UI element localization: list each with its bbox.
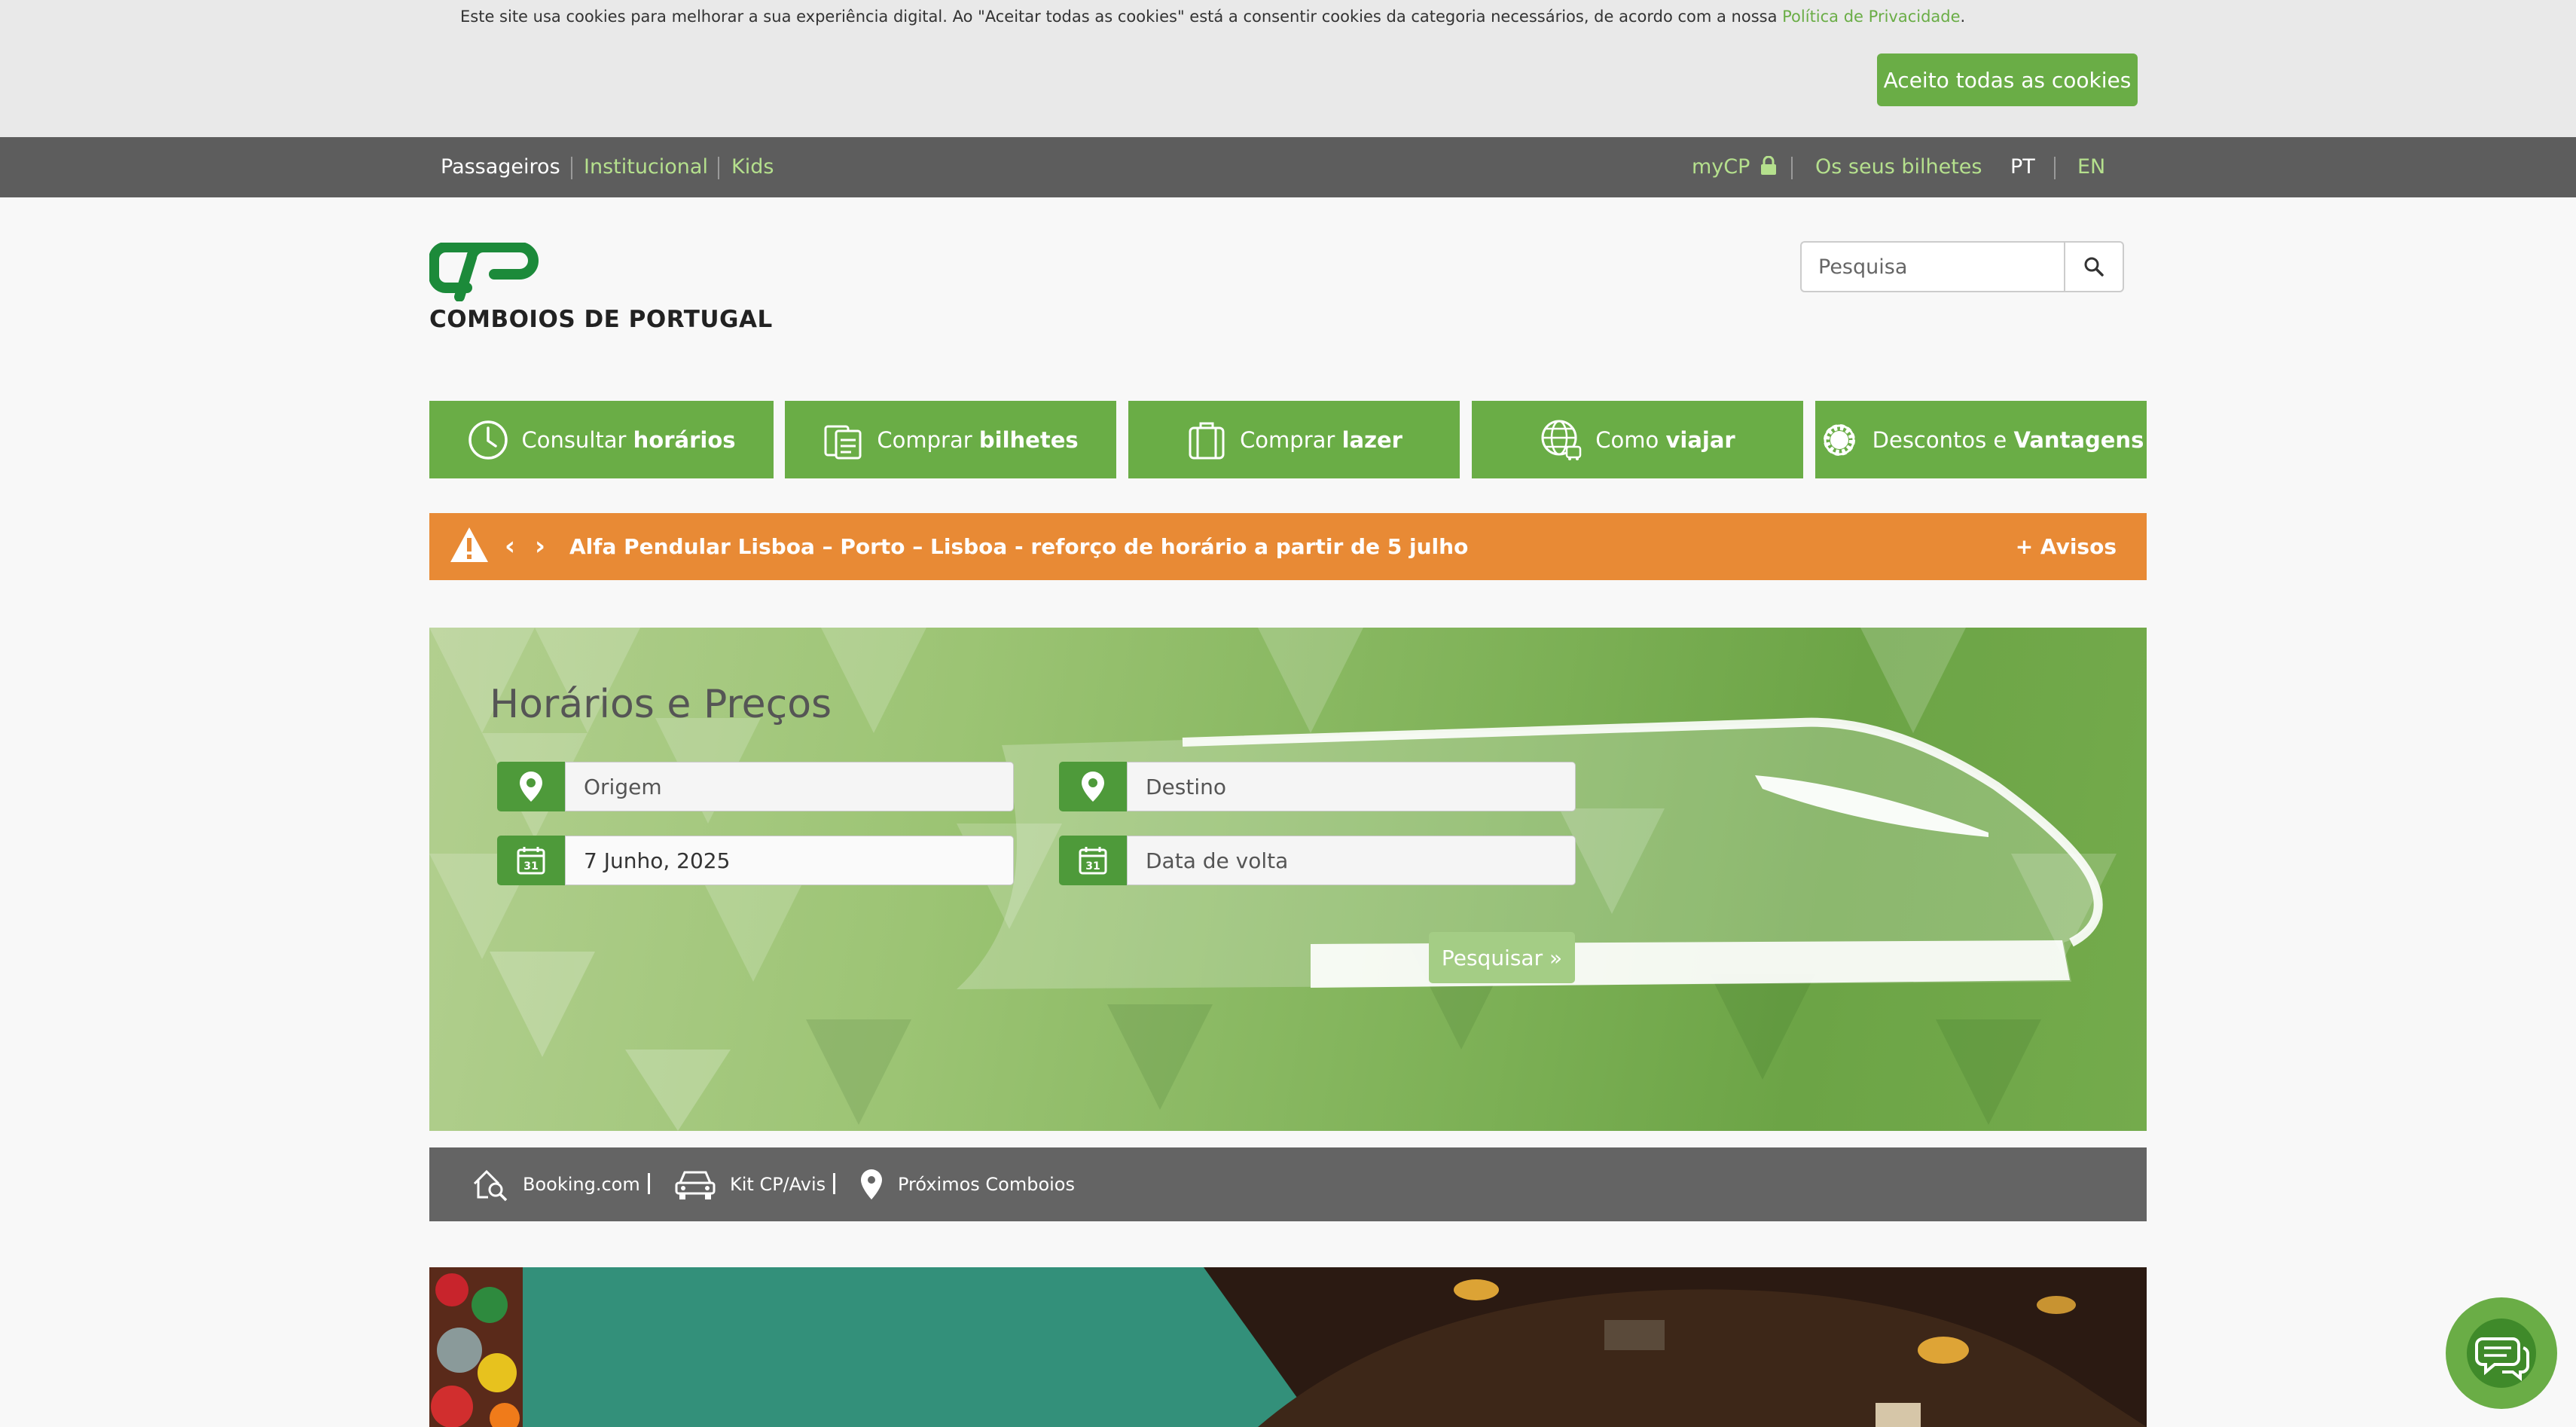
menu-label-prefix: Como: [1595, 426, 1659, 453]
quick-links-bar: Booking.com Kit CP/Avis Próximos Comboio…: [429, 1147, 2147, 1221]
map-pin-icon: [520, 772, 542, 802]
alert-banner: ‹ › Alfa Pendular Lisboa – Porto – Lisbo…: [429, 513, 2147, 580]
cookie-message-end: .: [1960, 8, 1966, 26]
house-search-icon: [473, 1169, 508, 1202]
menu-label-prefix: Descontos e: [1872, 426, 2007, 453]
privacy-policy-link[interactable]: Política de Privacidade: [1782, 8, 1960, 26]
nav-kids[interactable]: Kids: [731, 137, 774, 197]
search-icon: [2084, 257, 2104, 277]
menu-descontos-vantagens[interactable]: Descontos e Vantagens: [1815, 401, 2147, 478]
menu-label-prefix: Comprar: [1240, 426, 1335, 453]
cookie-message: Este site usa cookies para melhorar a su…: [460, 8, 1965, 26]
mycp-label: myCP: [1692, 155, 1750, 179]
chat-widget-button[interactable]: [2446, 1297, 2557, 1409]
calendar-day-number: 31: [1085, 860, 1100, 872]
menu-label: Descontos e Vantagens: [1872, 427, 2144, 453]
top-navigation: Passageiros Institucional Kids myCP Os s…: [0, 137, 2576, 197]
lang-pt[interactable]: PT: [2010, 137, 2035, 197]
logo-wordmark: COMBOIOS DE PORTUGAL: [429, 306, 773, 333]
chat-icon: [2467, 1319, 2536, 1388]
menu-comprar-bilhetes[interactable]: Comprar bilhetes: [785, 401, 1116, 478]
nav-passageiros[interactable]: Passageiros: [441, 137, 560, 197]
search-panel-title: Horários e Preços: [490, 682, 832, 727]
menu-label: Comprar lazer: [1240, 427, 1402, 453]
menu-comprar-lazer[interactable]: Comprar lazer: [1128, 401, 1460, 478]
promo-banner[interactable]: [429, 1267, 2147, 1427]
menu-label-bold: bilhetes: [978, 426, 1079, 453]
site-search-button[interactable]: [2064, 241, 2124, 292]
nav-mycp[interactable]: myCP: [1692, 137, 1778, 197]
nav-divider: [2054, 157, 2056, 179]
menu-como-viajar[interactable]: Como viajar: [1472, 401, 1803, 478]
search-submit-button[interactable]: Pesquisar »: [1429, 932, 1575, 983]
gear-icon: [1823, 423, 1855, 456]
origin-input[interactable]: [565, 762, 1014, 811]
calendar-icon: 31: [1079, 847, 1107, 875]
calendar-icon: 31: [517, 847, 545, 875]
quick-divider: [648, 1173, 650, 1194]
menu-label: Como viajar: [1595, 427, 1735, 453]
ticket-icon: [824, 425, 862, 459]
map-pin-icon: [861, 1169, 882, 1199]
site-search-input[interactable]: [1800, 241, 2064, 292]
menu-label-bold: Vantagens: [2013, 426, 2144, 453]
alert-message[interactable]: Alfa Pendular Lisboa – Porto – Lisboa - …: [569, 513, 1468, 580]
next-trains-link[interactable]: Próximos Comboios: [859, 1147, 1075, 1221]
menu-label-bold: viajar: [1665, 426, 1735, 453]
quick-divider: [833, 1173, 835, 1194]
alert-next-arrow[interactable]: ›: [535, 513, 545, 580]
menu-label: Consultar horários: [521, 427, 735, 453]
lock-icon: [1761, 156, 1777, 175]
globe-icon: [1541, 420, 1582, 460]
nav-institucional[interactable]: Institucional: [584, 137, 708, 197]
cp-logo-icon[interactable]: [429, 243, 539, 301]
alert-prev-arrow[interactable]: ‹: [505, 513, 515, 580]
menu-consultar-horarios[interactable]: Consultar horários: [429, 401, 774, 478]
lang-en[interactable]: EN: [2077, 137, 2105, 197]
kit-cp-avis-link[interactable]: Kit CP/Avis: [674, 1147, 826, 1221]
timetable-search-panel: Horários e Preços 31 31: [429, 628, 2147, 1131]
promo-image: [429, 1267, 2147, 1427]
accept-cookies-button[interactable]: Aceito todas as cookies: [1877, 53, 2138, 106]
next-trains-label: Próximos Comboios: [898, 1174, 1075, 1195]
warning-icon: [450, 527, 488, 562]
departure-date-icon-box: 31: [497, 836, 565, 885]
cookie-message-text: Este site usa cookies para melhorar a su…: [460, 8, 1783, 26]
departure-date-input[interactable]: [565, 836, 1014, 885]
nav-my-tickets[interactable]: Os seus bilhetes: [1815, 137, 1982, 197]
return-date-icon-box: 31: [1059, 836, 1127, 885]
booking-link[interactable]: Booking.com: [472, 1147, 640, 1221]
menu-label: Comprar bilhetes: [877, 427, 1078, 453]
suitcase-icon: [1189, 422, 1225, 459]
map-pin-icon: [1082, 772, 1104, 802]
booking-label: Booking.com: [523, 1174, 640, 1195]
menu-label-bold: horários: [633, 426, 736, 453]
more-alerts-link[interactable]: + Avisos: [2016, 513, 2117, 580]
nav-divider: [1791, 157, 1793, 179]
menu-label-bold: lazer: [1341, 426, 1402, 453]
destination-icon-box: [1059, 762, 1127, 811]
nav-divider: [718, 157, 719, 179]
menu-label-prefix: Consultar: [521, 426, 627, 453]
return-date-input[interactable]: [1127, 836, 1576, 885]
car-icon: [675, 1171, 716, 1199]
cookie-banner: Este site usa cookies para melhorar a su…: [0, 0, 2576, 137]
nav-divider: [571, 157, 572, 179]
kit-label: Kit CP/Avis: [730, 1174, 826, 1195]
calendar-day-number: 31: [523, 860, 538, 872]
destination-input[interactable]: [1127, 762, 1576, 811]
origin-icon-box: [497, 762, 565, 811]
menu-label-prefix: Comprar: [877, 426, 972, 453]
clock-icon: [469, 420, 508, 460]
